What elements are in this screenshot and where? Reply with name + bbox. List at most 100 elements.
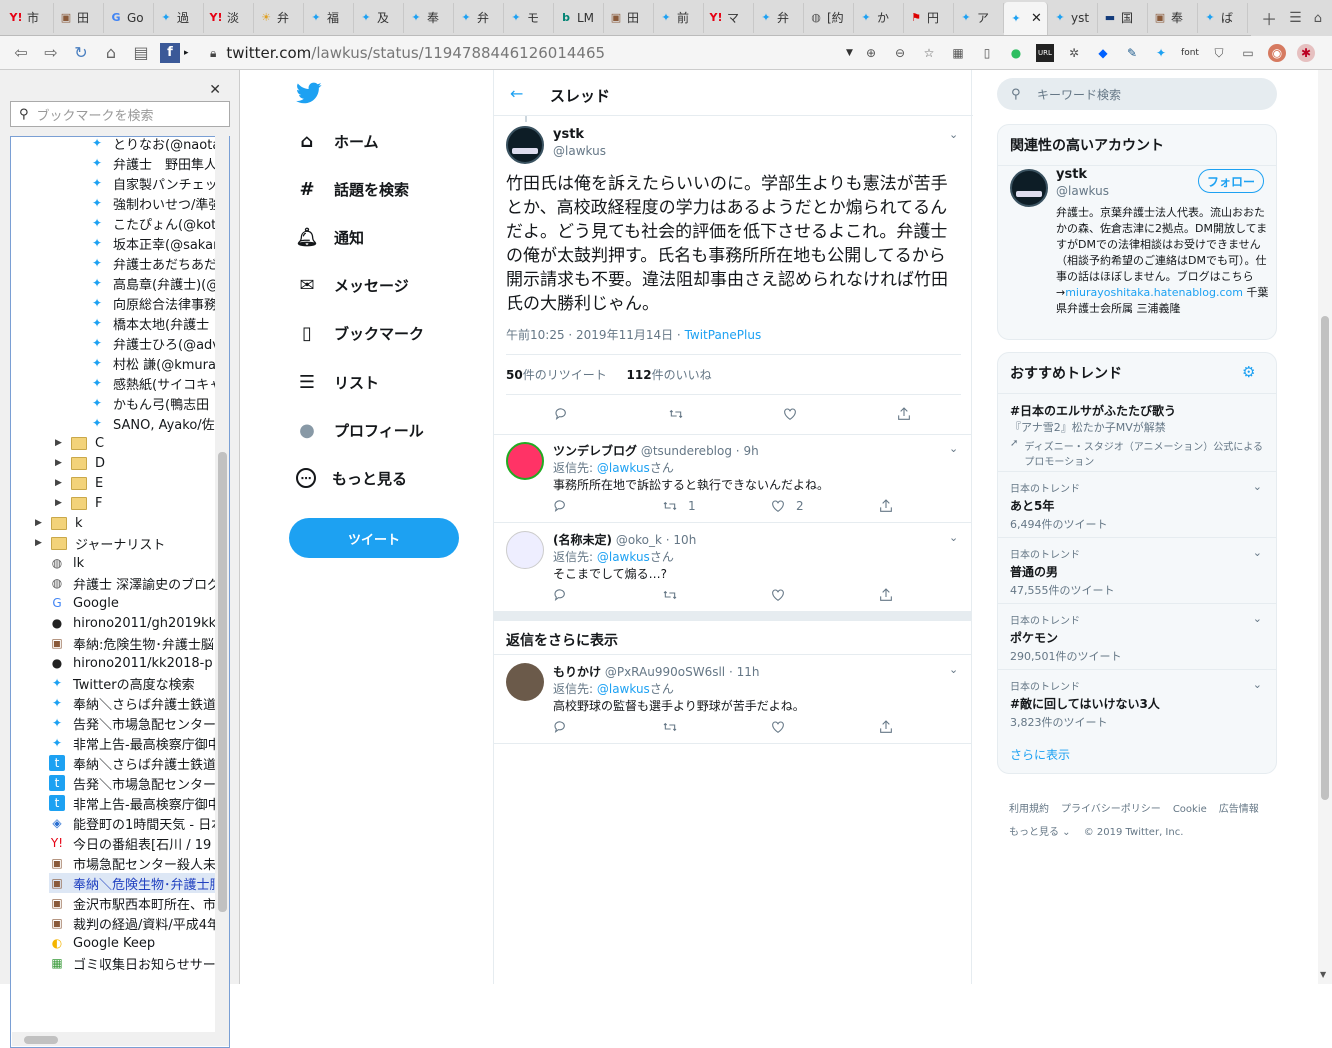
browser-tab[interactable]: ✦ 福 <box>304 2 354 33</box>
sidebar-scroll-thumb[interactable] <box>218 452 227 912</box>
like-count[interactable]: 112 <box>627 368 652 382</box>
chevron-down-icon[interactable]: ⌄ <box>1253 480 1262 493</box>
trend-item[interactable]: 日本のトレンド あと5年 6,494件のツイート ⌄ <box>998 471 1276 537</box>
bookmark-item[interactable]: ✦ 弁護士ひろ(@adv <box>89 333 217 353</box>
account-handle[interactable]: @lawkus <box>1056 184 1109 198</box>
new-tab-icon[interactable]: ＋ <box>1261 6 1277 30</box>
browser-tab[interactable]: ✦ ア <box>954 2 1004 33</box>
settings-gear-icon[interactable]: ⚙ <box>1242 363 1255 381</box>
user-avatar-icon[interactable]: ◉ <box>1268 44 1286 62</box>
browser-tab[interactable]: ✦ 及 <box>354 2 404 33</box>
reply-handle[interactable]: @PxRAu990oSW6sll <box>605 665 725 679</box>
like-button[interactable]: 2 <box>770 498 804 514</box>
browser-tab[interactable]: ▣ 奉 <box>1148 2 1198 33</box>
bookmark-item[interactable]: ▣ 金沢市駅西本町所在、市場 <box>49 893 217 913</box>
retweet-button[interactable] <box>668 406 684 422</box>
bookmark-item[interactable]: t 非常上告-最高検察庁御中 <box>49 793 217 813</box>
retweet-label[interactable]: 件のリツイート <box>523 368 607 382</box>
shirt-icon[interactable]: ⌂ <box>1314 11 1322 26</box>
nav-item-mail[interactable]: ✉ メッセージ <box>296 270 408 300</box>
browser-tab[interactable]: b LM <box>554 2 604 33</box>
bookmark-item[interactable]: ◍ 弁護士 深澤諭史のブログ <box>49 573 217 593</box>
nav-item-home[interactable]: ⌂ ホーム <box>296 126 379 156</box>
like-label[interactable]: 件のいいね <box>652 368 712 382</box>
bookmark-folder[interactable]: ▶ E <box>55 473 229 493</box>
close-tab-icon[interactable]: ✕ <box>1031 11 1042 26</box>
expand-triangle-icon[interactable]: ▶ <box>55 498 65 508</box>
browser-tab[interactable]: ✦ 過 <box>154 2 204 33</box>
bookmark-item[interactable]: ✦ 向原総合法律事務 <box>89 293 217 313</box>
reply-name[interactable]: (名称未定) <box>553 533 612 547</box>
like-button[interactable] <box>782 406 798 422</box>
bookmark-item[interactable]: ◈ 能登町の1時間天気 - 日本 <box>49 813 217 833</box>
reply-handle[interactable]: @oko_k <box>616 533 662 547</box>
bookmark-item[interactable]: ✦ Twitterの高度な検索 <box>49 673 217 693</box>
browser-tab[interactable]: Y! 市 <box>4 2 54 33</box>
expand-triangle-icon[interactable]: ▶ <box>55 478 65 488</box>
bookmark-item[interactable]: ✦ 橋本太地(弁護士 <box>89 313 217 333</box>
url-icon[interactable]: URL <box>1036 44 1054 62</box>
chevron-down-icon[interactable]: ⌄ <box>949 663 958 676</box>
footer-link[interactable]: プライバシーポリシー <box>1061 804 1161 815</box>
footer-more[interactable]: もっと見る <box>1009 827 1059 838</box>
forward-arrow-icon[interactable]: ⇨ <box>36 43 66 62</box>
retweet-button[interactable] <box>662 719 678 735</box>
browser-tab[interactable]: Y! 淡 <box>204 2 254 33</box>
bookmark-item[interactable]: ✦ 坂本正幸(@sakam <box>89 233 217 253</box>
mention-link[interactable]: @lawkus <box>597 682 650 696</box>
trend-item[interactable]: 日本のトレンド ポケモン 290,501件のツイート ⌄ <box>998 603 1276 669</box>
avatar[interactable] <box>1010 169 1048 207</box>
browser-tab[interactable]: ▣ 田 <box>54 2 104 33</box>
zoom-in-icon[interactable]: ⊕ <box>862 44 880 62</box>
chevron-down-icon[interactable]: ⌄ <box>1253 546 1262 559</box>
reply-button[interactable] <box>553 587 569 603</box>
tweet-client-link[interactable]: TwitPanePlus <box>685 328 762 342</box>
reply-button[interactable] <box>553 498 569 514</box>
bookmark-search-input[interactable]: ⚲ ブックマークを検索 <box>10 101 230 127</box>
nav-item-bookmark[interactable]: ▯ ブックマーク <box>296 318 424 348</box>
retweet-count[interactable]: 50 <box>506 368 523 382</box>
address-bar[interactable]: 🔒︎ twitter.com/lawkus/status/11947884461… <box>210 39 860 67</box>
bookmark-item[interactable]: ✦ 高島章(弁護士)(@ <box>89 273 217 293</box>
dropbox-icon[interactable]: ◆ <box>1094 44 1112 62</box>
mention-link[interactable]: @lawkus <box>597 461 650 475</box>
bookmark-item[interactable]: ✦ 感熱紙(サイコキャ <box>89 373 217 393</box>
pen-icon[interactable]: ✎ <box>1123 44 1141 62</box>
extension-icon[interactable]: ✲ <box>1065 44 1083 62</box>
browser-tab[interactable]: ✦ 弁 <box>454 2 504 33</box>
tweet-button[interactable]: ツイート <box>289 518 459 558</box>
close-icon[interactable]: ✕ <box>209 82 221 98</box>
chevron-down-icon[interactable]: ⌄ <box>949 442 958 455</box>
expand-triangle-icon[interactable]: ▶ <box>35 538 45 548</box>
author-name[interactable]: ystk <box>553 127 584 142</box>
avatar[interactable] <box>506 126 544 164</box>
browser-tab[interactable]: ✦ 奉 <box>404 2 454 33</box>
bookmark-item[interactable]: ✦ 奉納＼さらば弁護士鉄道 <box>49 693 217 713</box>
reply-author[interactable]: (名称未定) @oko_k · 10h <box>553 531 696 548</box>
browser-tab[interactable]: Y! マ <box>704 2 754 33</box>
like-button[interactable] <box>770 719 786 735</box>
bookmark-item[interactable]: ✦ 弁護士あだちあだち <box>89 253 217 273</box>
back-arrow-icon[interactable]: ⇦ <box>6 43 36 62</box>
bookmark-item[interactable]: ✦ かもん弓(鴨志田 <box>89 393 217 413</box>
chat-icon[interactable]: ▭ <box>1239 44 1257 62</box>
avatar[interactable] <box>506 531 544 569</box>
reply-button[interactable] <box>553 719 569 735</box>
browser-tab[interactable]: ✦ 前 <box>654 2 704 33</box>
bookmark-item[interactable]: ▣ 奉納:危険生物･弁護士脳 <box>49 633 217 653</box>
retweet-button[interactable] <box>662 587 688 603</box>
footer-link[interactable]: 利用規約 <box>1009 804 1049 815</box>
tab-list-icon[interactable]: ☰ <box>1289 10 1302 26</box>
bookmark-item[interactable]: G Google <box>49 593 217 613</box>
show-more-link[interactable]: さらに表示 <box>1010 746 1070 763</box>
bookmark-item[interactable]: ▣ 奉納＼危険生物･弁護士脳 <box>49 873 217 893</box>
bookmark-item[interactable]: ▣ 裁判の経過/資料/平成4年 <box>49 913 217 933</box>
trend-item[interactable]: #日本のエルサがふたたび歌う 『アナ雪2』松たか子MVが解禁 ➚ ディズニー・スタジオ… <box>998 393 1276 471</box>
browser-tab[interactable]: ✦ 弁 <box>754 2 804 33</box>
follow-button[interactable]: フォロー <box>1198 169 1264 193</box>
reply-name[interactable]: もりかけ <box>553 665 601 679</box>
facebook-icon[interactable]: f <box>160 42 180 63</box>
page-scroll-thumb[interactable] <box>1321 316 1329 800</box>
evernote-icon[interactable]: ● <box>1007 44 1025 62</box>
reply-author[interactable]: ツンデレブログ @tsundereblog · 9h <box>553 442 759 459</box>
